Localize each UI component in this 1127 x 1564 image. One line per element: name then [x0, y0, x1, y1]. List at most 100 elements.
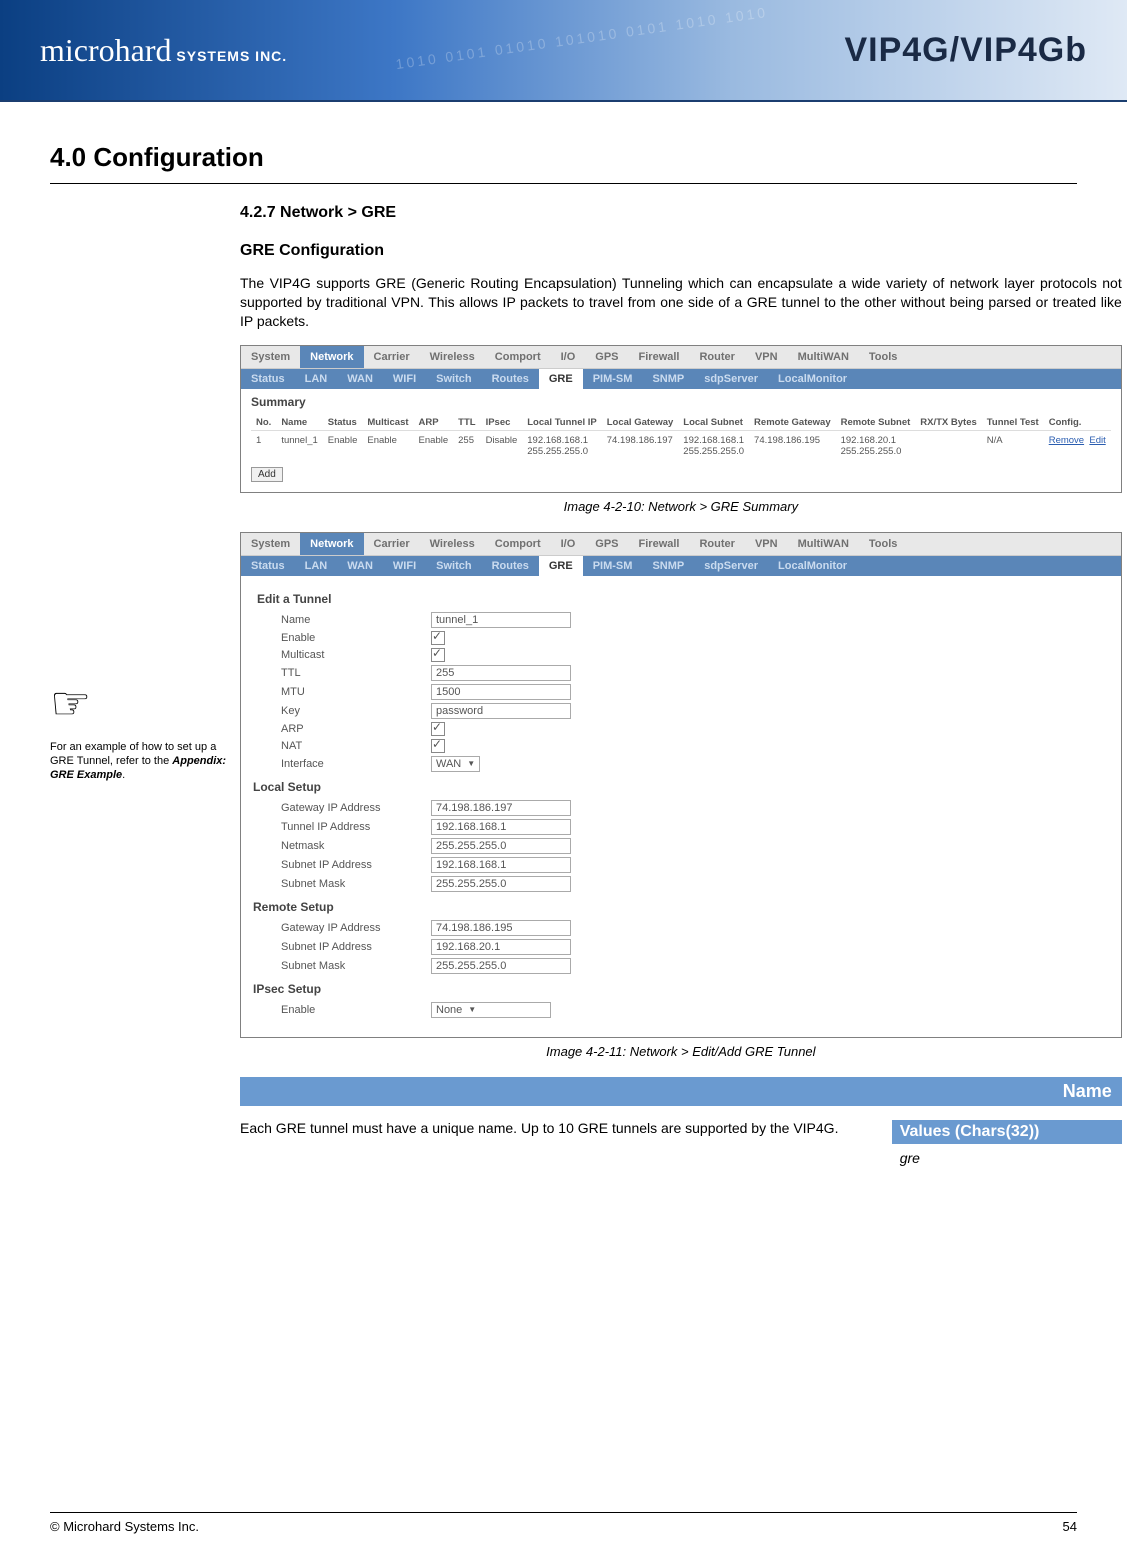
- subtab-wan[interactable]: WAN: [337, 556, 383, 576]
- subtab-gre[interactable]: GRE: [539, 556, 583, 576]
- tab-gps[interactable]: GPS: [585, 533, 628, 555]
- tab-comport[interactable]: Comport: [485, 533, 551, 555]
- input-netmask[interactable]: 255.255.255.0: [431, 838, 571, 854]
- checkbox-arp[interactable]: [431, 722, 445, 736]
- tab-network[interactable]: Network: [300, 533, 363, 555]
- subtab-switch[interactable]: Switch: [426, 369, 481, 389]
- select-ipsec-enable[interactable]: None: [431, 1002, 551, 1018]
- th-arp: ARP: [414, 415, 454, 431]
- values-header: Values (Chars(32)): [892, 1120, 1122, 1144]
- subtab-localmonitor[interactable]: LocalMonitor: [768, 556, 857, 576]
- subtab-wifi[interactable]: WIFI: [383, 556, 426, 576]
- remove-link[interactable]: Remove: [1049, 435, 1084, 446]
- page-banner: microhard SYSTEMS INC. VIP4G/VIP4Gb: [0, 0, 1127, 102]
- sub-tabs: Status LAN WAN WIFI Switch Routes GRE PI…: [241, 369, 1121, 389]
- lbl-remote-subnet-mask: Subnet Mask: [281, 960, 431, 972]
- edit-tunnel-heading: Edit a Tunnel: [257, 592, 1105, 606]
- tab-gps[interactable]: GPS: [585, 346, 628, 368]
- input-local-subnet-mask[interactable]: 255.255.255.0: [431, 876, 571, 892]
- tab-vpn[interactable]: VPN: [745, 533, 788, 555]
- tab-multiwan[interactable]: MultiWAN: [788, 346, 859, 368]
- subtab-sdpserver[interactable]: sdpServer: [694, 556, 768, 576]
- th-status: Status: [323, 415, 363, 431]
- input-remote-subnet-mask[interactable]: 255.255.255.0: [431, 958, 571, 974]
- page-footer: © Microhard Systems Inc. 54: [50, 1512, 1077, 1534]
- lbl-local-subnet-mask: Subnet Mask: [281, 878, 431, 890]
- tab-multiwan[interactable]: MultiWAN: [788, 533, 859, 555]
- td-local-gateway: 74.198.186.197: [602, 430, 679, 461]
- input-ttl[interactable]: 255: [431, 665, 571, 681]
- input-local-gw[interactable]: 74.198.186.197: [431, 800, 571, 816]
- subtab-wan[interactable]: WAN: [337, 369, 383, 389]
- subtab-status[interactable]: Status: [241, 556, 295, 576]
- th-rxtx: RX/TX Bytes: [915, 415, 982, 431]
- tab-firewall[interactable]: Firewall: [629, 346, 690, 368]
- lbl-multicast: Multicast: [281, 649, 431, 661]
- footer-page-number: 54: [1063, 1519, 1077, 1534]
- tab-router[interactable]: Router: [689, 346, 744, 368]
- subtab-status[interactable]: Status: [241, 369, 295, 389]
- th-name: Name: [276, 415, 322, 431]
- tab-carrier[interactable]: Carrier: [364, 533, 420, 555]
- tab-tools[interactable]: Tools: [859, 346, 908, 368]
- td-no: 1: [251, 430, 276, 461]
- tab-wireless[interactable]: Wireless: [420, 533, 485, 555]
- subtab-wifi[interactable]: WIFI: [383, 369, 426, 389]
- tab-wireless[interactable]: Wireless: [420, 346, 485, 368]
- local-setup-heading: Local Setup: [253, 780, 1105, 794]
- subtab-routes[interactable]: Routes: [482, 556, 539, 576]
- tab-tools[interactable]: Tools: [859, 533, 908, 555]
- input-key[interactable]: password: [431, 703, 571, 719]
- tab-system[interactable]: System: [241, 533, 300, 555]
- td-ttl: 255: [453, 430, 480, 461]
- tab-router[interactable]: Router: [689, 533, 744, 555]
- tab-io[interactable]: I/O: [551, 533, 586, 555]
- subtab-pimsm[interactable]: PIM-SM: [583, 369, 643, 389]
- main-tabs: System Network Carrier Wireless Comport …: [241, 346, 1121, 369]
- tab-comport[interactable]: Comport: [485, 346, 551, 368]
- td-config: Remove Edit: [1044, 430, 1111, 461]
- input-local-subnet-ip[interactable]: 192.168.168.1: [431, 857, 571, 873]
- table-header-row: No. Name Status Multicast ARP TTL IPsec …: [251, 415, 1111, 431]
- tab-vpn[interactable]: VPN: [745, 346, 788, 368]
- td-multicast: Enable: [362, 430, 413, 461]
- brand-sub: SYSTEMS INC.: [172, 48, 288, 64]
- input-name[interactable]: tunnel_1: [431, 612, 571, 628]
- sidenote-text2: .: [122, 769, 125, 781]
- subtab-switch[interactable]: Switch: [426, 556, 481, 576]
- checkbox-nat[interactable]: [431, 739, 445, 753]
- subtab-localmonitor[interactable]: LocalMonitor: [768, 369, 857, 389]
- subtab-lan[interactable]: LAN: [295, 556, 338, 576]
- subtab-snmp[interactable]: SNMP: [642, 369, 694, 389]
- add-button[interactable]: Add: [251, 467, 283, 482]
- param-description: Each GRE tunnel must have a unique name.…: [240, 1120, 874, 1172]
- tab-network[interactable]: Network: [300, 346, 363, 368]
- tab-firewall[interactable]: Firewall: [629, 533, 690, 555]
- tab-carrier[interactable]: Carrier: [364, 346, 420, 368]
- lbl-local-subnet-ip: Subnet IP Address: [281, 859, 431, 871]
- lbl-ttl: TTL: [281, 667, 431, 679]
- input-tunnel-ip[interactable]: 192.168.168.1: [431, 819, 571, 835]
- subtab-lan[interactable]: LAN: [295, 369, 338, 389]
- th-no: No.: [251, 415, 276, 431]
- checkbox-multicast[interactable]: [431, 648, 445, 662]
- subtab-snmp[interactable]: SNMP: [642, 556, 694, 576]
- input-remote-subnet-ip[interactable]: 192.168.20.1: [431, 939, 571, 955]
- edit-link[interactable]: Edit: [1089, 435, 1105, 446]
- select-interface[interactable]: WAN: [431, 756, 480, 772]
- input-remote-gw[interactable]: 74.198.186.195: [431, 920, 571, 936]
- subtab-routes[interactable]: Routes: [482, 369, 539, 389]
- subtab-gre[interactable]: GRE: [539, 369, 583, 389]
- input-mtu[interactable]: 1500: [431, 684, 571, 700]
- checkbox-enable[interactable]: [431, 631, 445, 645]
- th-local-gateway: Local Gateway: [602, 415, 679, 431]
- subsection-title: 4.2.7 Network > GRE: [240, 204, 1122, 222]
- tab-io[interactable]: I/O: [551, 346, 586, 368]
- subtab-pimsm[interactable]: PIM-SM: [583, 556, 643, 576]
- brand-logo: microhard SYSTEMS INC.: [40, 32, 287, 69]
- th-tunnel-test: Tunnel Test: [982, 415, 1044, 431]
- subtab-sdpserver[interactable]: sdpServer: [694, 369, 768, 389]
- intro-paragraph: The VIP4G supports GRE (Generic Routing …: [240, 274, 1122, 331]
- tab-system[interactable]: System: [241, 346, 300, 368]
- td-remote-subnet: 192.168.20.1255.255.255.0: [836, 430, 916, 461]
